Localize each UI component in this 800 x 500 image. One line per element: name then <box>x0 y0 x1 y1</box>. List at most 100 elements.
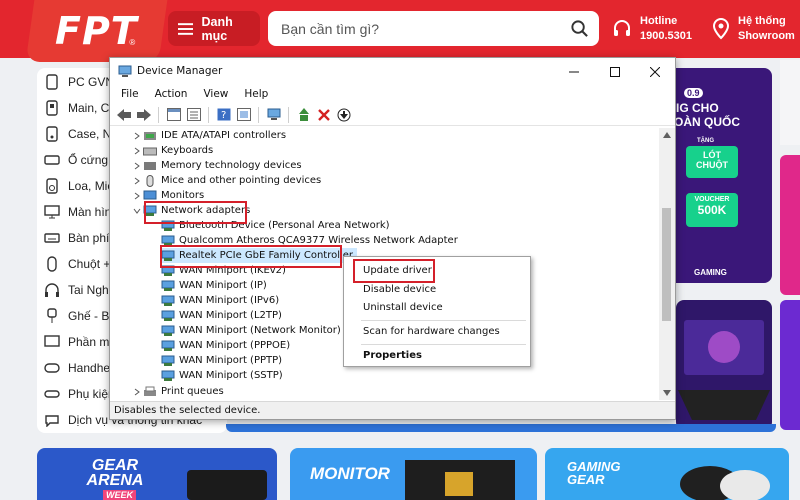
promo-text-line1: 0.9 <box>684 88 703 98</box>
highlight-update-driver <box>353 259 435 283</box>
menu-item-drive[interactable]: Ổ cứng, <box>37 148 111 172</box>
tree-item-wan-ip[interactable]: WAN Miniport (IP) <box>161 278 267 293</box>
side-banner-top[interactable] <box>780 60 800 145</box>
menu-item-accessory[interactable]: Phụ kiện <box>37 382 115 406</box>
menu-help[interactable]: Help <box>236 85 276 104</box>
promo-tang: TẶNG <box>697 138 714 144</box>
menu-action[interactable]: Action <box>147 85 196 104</box>
logo-registered-mark: ® <box>129 38 136 47</box>
hotline-label: Hotline <box>640 15 678 27</box>
context-scan-hardware[interactable]: Scan for hardware changes <box>363 326 500 337</box>
menu-item-keyboard[interactable]: Bàn phím <box>37 226 119 250</box>
tree-item-wan-ipv6[interactable]: WAN Miniport (IPv6) <box>161 293 279 308</box>
context-separator <box>361 344 526 345</box>
mouse-icon <box>43 255 61 273</box>
tree-item-mice[interactable]: Mice and other pointing devices <box>131 173 321 188</box>
menu-view[interactable]: View <box>195 85 236 104</box>
tree-item-wan-pptp[interactable]: WAN Miniport (PPTP) <box>161 353 282 368</box>
promo-banner-right[interactable]: 0.9 IG CHO OÀN QUỐC TẶNG LÓT CHUỘT VOUCH… <box>664 68 772 283</box>
action-view-button[interactable] <box>235 106 252 123</box>
forward-button[interactable] <box>135 106 152 123</box>
chevron-right-icon[interactable] <box>131 162 143 170</box>
update-driver-toolbar-button[interactable] <box>295 106 312 123</box>
monitor-banner[interactable]: MONITOR <box>290 448 537 500</box>
tree-item-print-queues[interactable]: Print queues <box>131 384 224 399</box>
keyboard-icon <box>43 229 61 247</box>
update-driver-icon <box>298 107 309 121</box>
scrollbar-thumb[interactable] <box>662 208 671 321</box>
close-button[interactable] <box>635 58 675 85</box>
fpt-logo[interactable]: FPT ® <box>25 0 168 62</box>
side-banner-pink[interactable] <box>780 155 800 295</box>
mouse-image-icon <box>680 466 770 500</box>
properties-toolbar-button[interactable] <box>185 106 202 123</box>
side-banner-violet[interactable] <box>780 300 800 430</box>
back-arrow-icon <box>116 108 131 121</box>
menu-item-main[interactable]: Main, CP <box>37 96 117 120</box>
monitor-icon <box>143 190 157 202</box>
toolbar-separator <box>258 106 259 123</box>
menu-item-mouse[interactable]: Chuột + <box>37 252 110 276</box>
uninstall-toolbar-button[interactable] <box>315 106 332 123</box>
menu-item-headphone[interactable]: Tai Nghe <box>37 278 115 302</box>
chevron-down-icon[interactable] <box>131 208 143 214</box>
disable-toolbar-button[interactable] <box>335 106 352 123</box>
scan-hardware-button[interactable] <box>265 106 282 123</box>
menu-item-pc[interactable]: PC GVN <box>37 70 114 94</box>
menu-item-handheld[interactable]: Handhel <box>37 356 113 380</box>
tree-item-wan-l2tp[interactable]: WAN Miniport (L2TP) <box>161 308 282 323</box>
mouse-icon <box>143 174 157 187</box>
gear-arena-banner[interactable]: GEAR ARENA WEEK <box>37 448 277 500</box>
tree-item-wan-pppoe[interactable]: WAN Miniport (PPPOE) <box>161 338 290 353</box>
tree-item-ide[interactable]: IDE ATA/ATAPI controllers <box>131 128 286 143</box>
laptop-banner[interactable] <box>676 300 772 430</box>
menu-item-chair[interactable]: Ghế - Bà <box>37 304 116 328</box>
network-adapter-icon <box>161 370 175 382</box>
memory-icon <box>143 160 157 172</box>
tree-item-wan-network-monitor[interactable]: WAN Miniport (Network Monitor) <box>161 323 341 338</box>
showroom-link[interactable]: Hệ thống Showroom <box>712 14 795 44</box>
category-button[interactable]: Danh mục <box>168 11 260 46</box>
tree-item-memory[interactable]: Memory technology devices <box>131 158 302 173</box>
network-adapter-icon <box>161 280 175 292</box>
showroom-line1: Hệ thống <box>738 15 786 27</box>
minimize-icon <box>569 71 579 72</box>
headphone-icon <box>43 281 61 299</box>
back-button[interactable] <box>115 106 132 123</box>
menu-item-label: Chuột + <box>68 257 111 271</box>
chevron-right-icon[interactable] <box>131 147 143 155</box>
context-uninstall-device[interactable]: Uninstall device <box>363 302 443 313</box>
title-bar[interactable]: Device Manager <box>110 58 675 85</box>
vertical-scrollbar[interactable] <box>659 128 675 400</box>
gaming-gear-banner[interactable]: GAMING GEAR <box>545 448 789 500</box>
search-icon[interactable] <box>570 19 589 38</box>
show-hide-console-button[interactable] <box>165 106 182 123</box>
chevron-right-icon[interactable] <box>131 177 143 185</box>
menu-item-software[interactable]: Phần mề <box>37 330 116 354</box>
help-toolbar-button[interactable]: ? <box>215 106 232 123</box>
menu-item-case[interactable]: Case, N <box>37 122 111 146</box>
hotline[interactable]: Hotline 1900.5301 <box>612 14 692 44</box>
tree-item-label: WAN Miniport (PPPOE) <box>179 340 291 351</box>
chevron-right-icon[interactable] <box>131 388 143 396</box>
context-disable-device[interactable]: Disable device <box>363 284 436 295</box>
drive-icon <box>43 151 61 169</box>
tree-item-label: Print queues <box>161 386 224 397</box>
context-properties[interactable]: Properties <box>363 350 422 361</box>
minimize-button[interactable] <box>554 58 594 85</box>
gaming-gear-title: GAMING GEAR <box>567 459 621 487</box>
maximize-button[interactable] <box>595 58 635 85</box>
menu-item-monitor[interactable]: Màn hình <box>37 200 118 224</box>
scroll-down-arrow-icon[interactable] <box>663 390 671 396</box>
network-adapter-icon <box>161 310 175 322</box>
tree-item-keyboards[interactable]: Keyboards <box>131 143 213 158</box>
search-input[interactable] <box>268 11 558 46</box>
scroll-up-arrow-icon[interactable] <box>663 132 671 138</box>
menu-file[interactable]: File <box>113 85 147 104</box>
menu-item-speaker[interactable]: Loa, Mic <box>37 174 113 198</box>
tree-item-wan-sstp[interactable]: WAN Miniport (SSTP) <box>161 368 283 383</box>
chevron-right-icon[interactable] <box>131 192 143 200</box>
network-adapter-icon <box>161 355 175 367</box>
chevron-right-icon[interactable] <box>131 132 143 140</box>
tree-item-label: Monitors <box>161 190 205 201</box>
